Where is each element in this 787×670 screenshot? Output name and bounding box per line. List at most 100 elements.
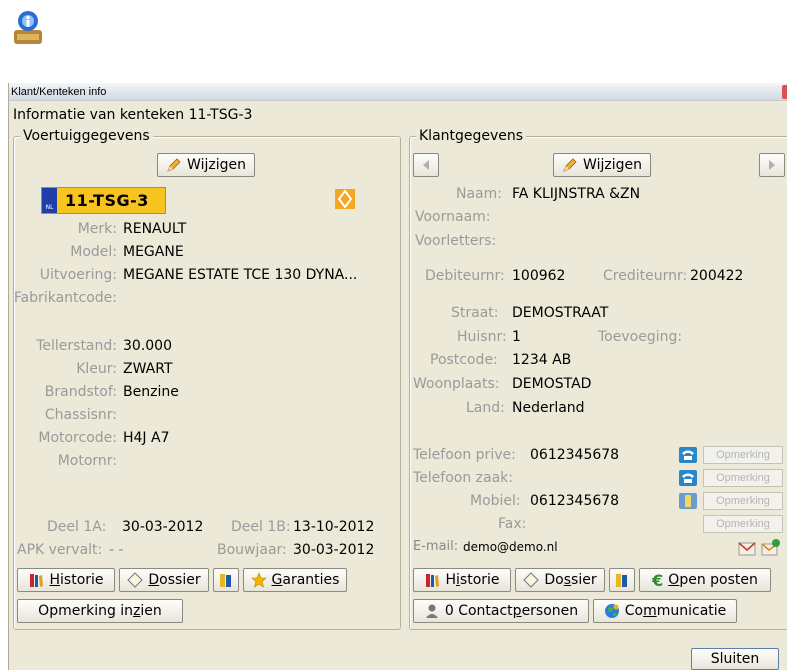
opmerking-mobiel-button[interactable]: Opmerking [703,492,783,510]
land-value: Nederland [512,400,585,416]
window-title: Klant/Kenteken info [11,86,107,98]
vehicle-field-label: Brandstof: [44,384,117,400]
deel1a-value: 30-03-2012 [122,519,204,535]
vehicle-field-value: 30.000 [123,338,172,354]
straat-value: DEMOSTRAAT [512,305,609,321]
mobiel-value: 0612345678 [530,493,620,509]
email-value: demo@demo.nl [463,540,558,554]
vehicle-field-value: ZWART [123,361,173,377]
debiteur-label: Debiteurnr: [425,268,505,284]
customer-edit-label: Wijzigen [583,157,642,173]
close-button[interactable]: Sluiten [691,648,779,670]
vehicle-edit-label: Wijzigen [187,157,246,173]
arrow-left-icon [423,160,429,170]
vehicle-field-value: H4J A7 [123,430,170,446]
contactpersonen-button[interactable]: 0 Contactpersonen [413,599,589,623]
customer-dossier-label: Dossier [544,572,597,588]
customer-group-title: Klantgegevens [416,128,527,144]
opmerking-label: Opmerking [716,472,770,484]
vehicle-group-title: Voertuiggegevens [20,128,153,144]
vehicle-field-label: Uitvoering: [39,267,117,283]
opmerking-label: Opmerking [716,495,770,507]
title-bar: Klant/Kenteken info [9,83,787,101]
naam-label: Naam: [456,186,502,202]
opmerking-fax-button[interactable]: Opmerking [703,515,783,533]
history-book-icon [426,574,440,587]
apk-value: - - [109,542,124,558]
fax-label: Fax: [498,516,527,532]
woonplaats-value: DEMOSTAD [512,376,592,392]
globe-icon [604,604,619,618]
deel1a-label: Deel 1A: [47,519,107,535]
voorletters-label: Voorletters: [415,233,497,249]
renault-logo-icon [335,189,355,209]
opmerking-label: Opmerking [716,518,770,530]
star-icon [250,572,267,588]
email-attach-icon[interactable] [761,538,781,558]
phone-icon[interactable] [679,470,697,486]
previous-customer-button[interactable] [413,153,439,177]
license-plate: NL 11-TSG-3 [41,187,166,214]
tel-zaak-label: Telefoon zaak: [413,470,514,486]
communicatie-label: Communicatie [624,603,727,619]
vehicle-field-value: Benzine [123,384,179,400]
history-book-icon [30,574,44,587]
euro-icon: € [652,570,664,590]
vehicle-field-label: Motorcode: [38,430,117,446]
vehicle-edit-button[interactable]: Wijzigen [157,153,255,177]
straat-label: Straat: [451,305,499,321]
arrow-right-icon [769,160,775,170]
vehicle-field-label: Kleur: [76,361,117,377]
vehicle-historie-label: Historie [49,572,104,588]
communicatie-button[interactable]: Communicatie [593,599,737,623]
vehicle-field-label: Merk: [77,221,117,237]
close-button-label: Sluiten [710,651,760,667]
vehicle-dossier-button[interactable]: Dossier [119,568,209,592]
voornaam-label: Voornaam: [415,209,491,225]
vehicle-dossier-label: Dossier [148,572,201,588]
opmerking-prive-button[interactable]: Opmerking [703,446,783,464]
dialog-window: Klant/Kenteken info Informatie van kente… [8,83,787,670]
dossier-icon [127,572,144,588]
vehicle-garanties-label: Garanties [271,572,340,588]
toevoeging-label: Toevoeging: [598,329,683,345]
woonplaats-label: Woonplaats: [413,376,500,392]
next-customer-button[interactable] [759,153,785,177]
vehicle-books-button[interactable] [213,568,239,592]
opmerking-zaak-button[interactable]: Opmerking [703,469,783,487]
customer-historie-button[interactable]: Historie [413,568,511,592]
mobiel-label: Mobiel: [470,493,521,509]
customer-edit-button[interactable]: Wijzigen [553,153,651,177]
close-icon[interactable] [782,85,787,99]
deel1b-label: Deel 1B: [231,519,291,535]
customer-books-button[interactable] [609,568,635,592]
opmerking-inzien-label: Opmerking inzien [38,603,162,619]
opmerking-inzien-button[interactable]: Opmerking inzien [17,599,183,623]
phone-icon[interactable] [679,447,697,463]
vehicle-field-label: Fabrikantcode: [13,290,117,306]
opmerking-label: Opmerking [716,449,770,461]
email-send-icon[interactable] [738,538,758,558]
customer-historie-label: Historie [445,572,500,588]
naam-value: FA KLIJNSTRA &ZN [512,186,641,202]
open-posten-button[interactable]: € Open posten [639,568,771,592]
vehicle-garanties-button[interactable]: Garanties [243,568,347,592]
vehicle-field-label: Motornr: [57,453,117,469]
open-posten-label: Open posten [668,572,758,588]
vehicle-field-value: RENAULT [123,221,187,237]
dossier-icon [523,572,540,588]
pencil-icon [167,158,181,172]
vehicle-field-value: MEGANE ESTATE TCE 130 DYNA... [123,267,358,283]
crediteur-label: Crediteurnr: [603,268,688,284]
books-icon [220,574,231,587]
crediteur-value: 200422 [690,268,744,284]
huisnr-label: Huisnr: [457,329,507,345]
tel-prive-label: Telefoon prive: [413,447,516,463]
page-title: Informatie van kenteken 11-TSG-3 [13,107,253,123]
plate-number: 11-TSG-3 [65,191,149,210]
customer-dossier-button[interactable]: Dossier [515,568,605,592]
vehicle-historie-button[interactable]: Historie [17,568,115,592]
person-icon [425,604,438,618]
postcode-label: Postcode: [430,352,498,368]
mobile-phone-icon[interactable] [679,493,697,509]
